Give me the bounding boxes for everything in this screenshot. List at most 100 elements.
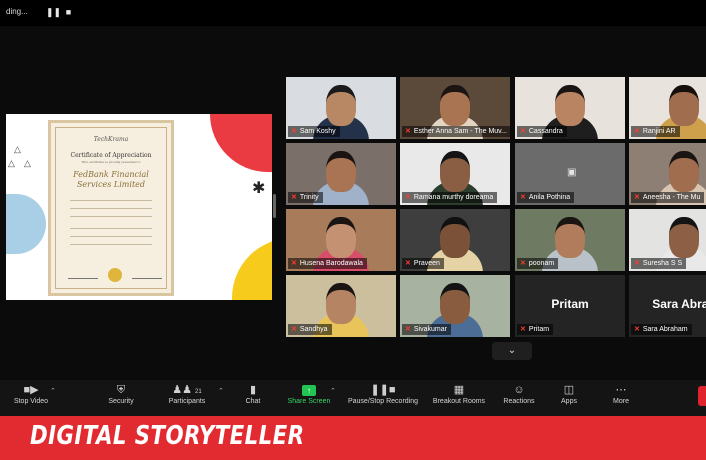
microphone-muted-icon: ✕	[405, 194, 411, 201]
participant-nameplate: ✕ Sam Koshy	[288, 126, 340, 137]
microphone-muted-icon: ✕	[634, 260, 640, 267]
participant-face	[440, 283, 470, 324]
microphone-muted-icon: ✕	[520, 260, 526, 267]
share-options-caret-icon[interactable]: ⌃	[330, 387, 336, 395]
participant-nameplate: ✕ Anila Pothina	[517, 192, 575, 203]
top-bar: ding... ❚❚ ■	[0, 0, 706, 26]
participant-face	[669, 217, 699, 258]
certificate: TechKrama Certificate of Appreciation Th…	[48, 120, 174, 296]
camera-off-icon: ▣	[567, 167, 577, 178]
participant-face	[326, 283, 356, 324]
people-icon: ♟♟	[172, 384, 192, 396]
participant-tile[interactable]: Sara Abrah ✕Sara Abraham	[629, 275, 706, 337]
zoom-meeting-window: ding... ❚❚ ■ ✱ △ △ △ TechKrama Certifica…	[0, 0, 706, 460]
participant-tile[interactable]: ✕ Cassandra	[515, 77, 625, 139]
microphone-muted-icon: ✕	[634, 194, 640, 201]
participant-name: Sam Koshy	[299, 128, 336, 135]
participant-count: 21	[195, 389, 202, 395]
speech-bubble-icon: ▮	[249, 384, 257, 396]
participant-name: Sandhya	[299, 326, 328, 333]
participants-button[interactable]: ♟♟ 21 Participants	[156, 382, 218, 414]
participant-tile[interactable]: ✕ Suresha S S	[629, 209, 706, 271]
chat-button[interactable]: ▮ Chat	[222, 382, 284, 414]
shield-icon: ⛨	[116, 384, 126, 396]
chevron-down-icon[interactable]: ⌄	[492, 342, 532, 360]
microphone-muted-icon: ✕	[291, 326, 297, 333]
banner-title: DIGITAL STORYTELLER	[30, 421, 305, 451]
participant-tile[interactable]: ✕ Sam Koshy	[286, 77, 396, 139]
split-view-handle[interactable]	[273, 194, 276, 218]
pause-recording-icon[interactable]: ❚❚	[46, 8, 61, 17]
participant-tile[interactable]: ✕ Sandhya	[286, 275, 396, 337]
certificate-text-line	[70, 244, 152, 245]
decor-triangle-icon: △	[14, 144, 21, 154]
certificate-text-line	[70, 236, 152, 237]
participant-tile[interactable]: ✕ Ramana murthy doreama	[400, 143, 510, 205]
participant-face	[669, 151, 699, 192]
microphone-muted-icon: ✕	[291, 260, 297, 267]
participant-nameplate: ✕ Trinity	[288, 192, 323, 203]
microphone-muted-icon: ✕	[405, 326, 411, 333]
participant-nameplate: ✕ Praveen	[402, 258, 444, 269]
participant-name: Sivakumar	[413, 326, 447, 333]
decor-blue-shape	[6, 194, 46, 254]
participant-display-name: Pritam	[551, 297, 589, 311]
participant-tile[interactable]: ✕ Husena Barodawala	[286, 209, 396, 271]
microphone-muted-icon: ✕	[405, 128, 411, 135]
participant-tile[interactable]: ✕ Esther Anna Sam - The Muv...	[400, 77, 510, 139]
microphone-muted-icon: ✕	[520, 326, 526, 333]
signature-line	[68, 270, 98, 279]
participant-name: Suresha S S	[642, 260, 683, 267]
participant-face	[440, 151, 470, 192]
video-options-caret-icon[interactable]: ⌃	[50, 387, 56, 395]
more-button[interactable]: ⋯ More	[590, 382, 652, 414]
participant-tile[interactable]: ✕ Trinity	[286, 143, 396, 205]
participant-tile[interactable]: Pritam ✕ Pritam	[515, 275, 625, 337]
share-arrow-icon: ↑	[302, 385, 316, 396]
participant-nameplate: ✕ Sandhya	[288, 324, 332, 335]
participant-face	[555, 217, 585, 258]
participant-name: Sara Abraham	[642, 326, 688, 333]
participant-name: poonam	[528, 260, 555, 267]
certificate-title: Certificate of Appreciation	[70, 152, 152, 159]
gold-seal-icon	[108, 268, 122, 282]
microphone-muted-icon: ✕	[634, 326, 640, 333]
participant-tile[interactable]: ▣ ✕ Anila Pothina	[515, 143, 625, 205]
participant-tile[interactable]: ✕ Aneesha - The Mu	[629, 143, 706, 205]
end-meeting-button[interactable]	[698, 386, 706, 406]
participant-nameplate: ✕ Suresha S S	[631, 258, 687, 269]
recording-status: ding...	[6, 7, 28, 16]
stop-recording-icon[interactable]: ■	[64, 8, 73, 17]
participant-face	[326, 217, 356, 258]
certificate-text-line	[70, 200, 152, 201]
certificate-text-line	[70, 216, 152, 217]
decor-triangle-icon: △	[8, 158, 15, 168]
participant-nameplate: ✕ Esther Anna Sam - The Muv...	[402, 126, 510, 137]
participant-face	[440, 85, 470, 126]
microphone-muted-icon: ✕	[291, 128, 297, 135]
asterisk-icon: ✱	[252, 180, 266, 197]
participant-tile[interactable]: ✕ Ranjini AR	[629, 77, 706, 139]
participant-name: Aneesha - The Mu	[642, 194, 701, 201]
decor-yellow-shape	[232, 238, 272, 300]
microphone-muted-icon: ✕	[634, 128, 640, 135]
decor-red-shape	[210, 114, 272, 172]
participant-name: Esther Anna Sam - The Muv...	[413, 128, 507, 135]
participant-tile[interactable]: ✕ Praveen	[400, 209, 510, 271]
participant-name: Ramana murthy doreama	[413, 194, 494, 201]
participant-name: Anila Pothina	[528, 194, 571, 201]
certificate-text-line	[70, 228, 152, 229]
security-button[interactable]: ⛨ Security	[90, 382, 152, 414]
participant-tile[interactable]: ✕ Sivakumar	[400, 275, 510, 337]
participant-name: Husena Barodawala	[299, 260, 363, 267]
participant-nameplate: ✕ Cassandra	[517, 126, 567, 137]
ellipsis-icon: ⋯	[615, 384, 627, 396]
certificate-logo: TechKrama	[93, 136, 129, 143]
participant-nameplate: ✕ Pritam	[517, 324, 554, 335]
pause-stop-recording-button[interactable]: ❚❚■ Pause/Stop Recording	[340, 382, 426, 414]
breakout-rooms-button[interactable]: ▦ Breakout Rooms	[428, 382, 490, 414]
microphone-muted-icon: ✕	[405, 260, 411, 267]
participant-name: Trinity	[299, 194, 319, 201]
participant-tile[interactable]: ✕ poonam	[515, 209, 625, 271]
participant-name: Pritam	[528, 326, 550, 333]
